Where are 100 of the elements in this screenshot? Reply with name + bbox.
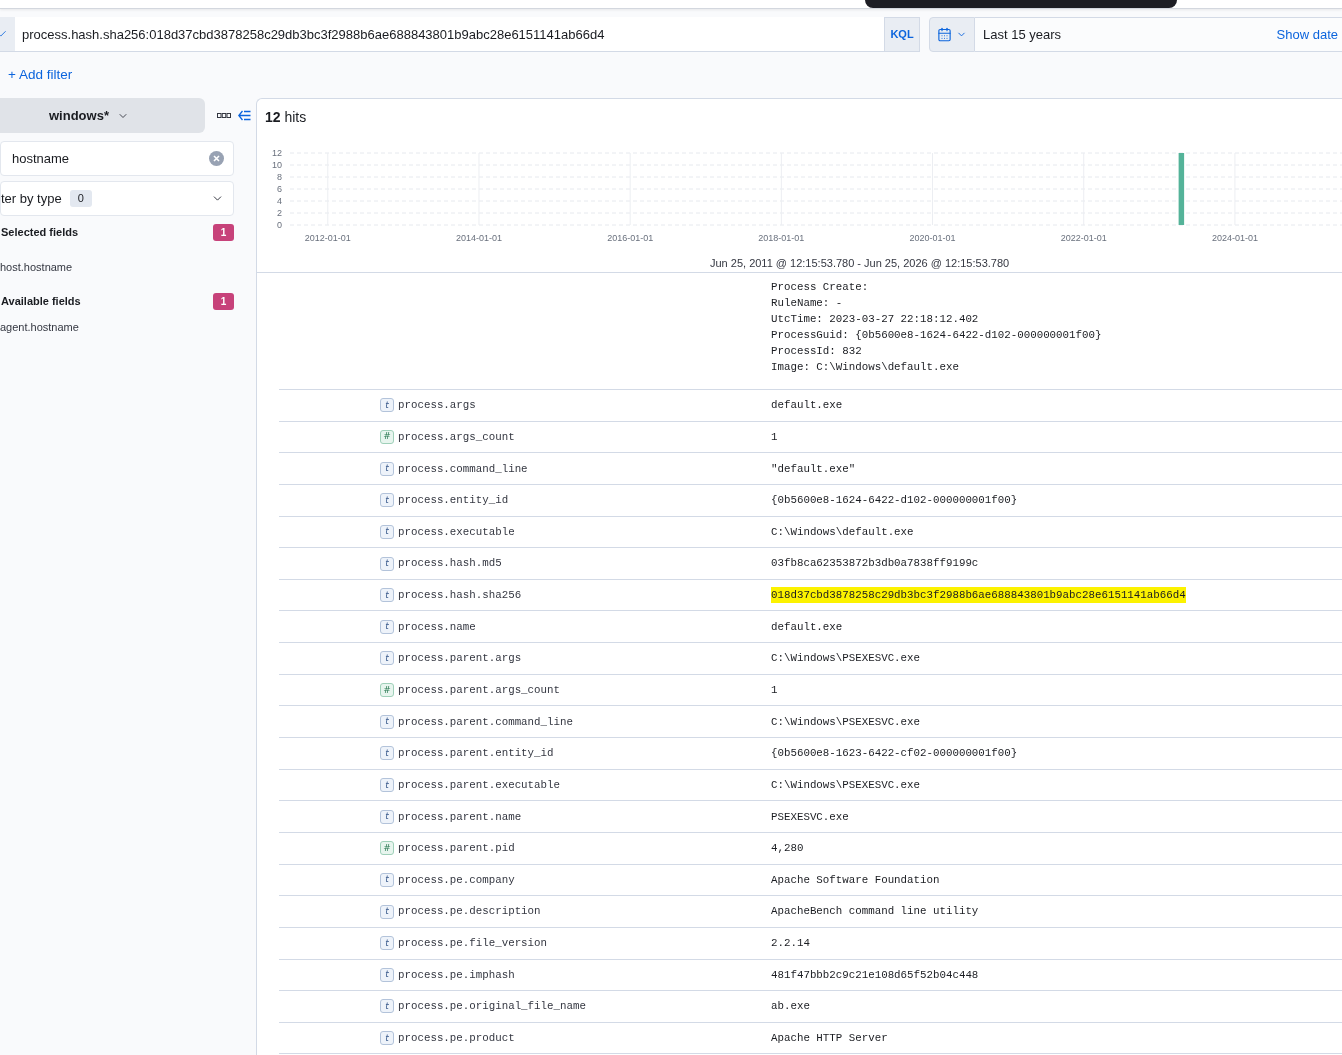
y-tick-label: 8 xyxy=(277,172,282,182)
checkmark-button[interactable] xyxy=(0,17,15,52)
field-value: ab.exe xyxy=(771,999,810,1015)
field-section-title: Selected fields xyxy=(0,224,79,240)
count-badge: 0 xyxy=(69,190,92,207)
filter-type-label: ter by type xyxy=(1,189,62,208)
field-name: process.parent.command_line xyxy=(398,714,573,730)
x-tick-label: 2016-01-01 xyxy=(607,233,654,243)
field-name: process.pe.company xyxy=(398,872,515,888)
field-type-token: t xyxy=(380,1031,394,1046)
field-value: {0b5600e8-1624-6422-d102-000000001f00} xyxy=(771,493,1018,509)
field-type-token: t xyxy=(380,493,394,508)
field-name: process.parent.args xyxy=(398,651,522,667)
field-type-token: t xyxy=(380,967,394,982)
field-value: 1 xyxy=(771,429,778,445)
collapse-icon[interactable] xyxy=(238,110,251,121)
more-options-icon[interactable] xyxy=(217,113,231,118)
quick-select-button[interactable] xyxy=(929,17,975,52)
field-type-token: t xyxy=(380,398,394,413)
field-name: process.pe.original_file_name xyxy=(398,999,586,1015)
field-list-item[interactable]: agent.hostname xyxy=(0,318,79,336)
field-name: process.args xyxy=(398,398,476,414)
y-tick-label: 10 xyxy=(272,160,282,170)
field-type-token: # xyxy=(380,683,394,698)
field-name: process.parent.args_count xyxy=(398,683,560,698)
time-range-label: Jun 25, 2011 @ 12:15:53.780 - Jun 25, 2026 @ 12:15:53.780 xyxy=(710,257,1010,269)
x-tick-label: 2018-01-01 xyxy=(758,233,805,243)
field-type-token: t xyxy=(380,461,394,476)
y-tick-label: 12 xyxy=(272,148,282,158)
field-value: {0b5600e8-1623-6422-cf02-000000001f00} xyxy=(771,746,1018,762)
field-type-token: t xyxy=(380,904,394,919)
field-type-token: # xyxy=(380,841,394,856)
field-type-token: t xyxy=(380,872,394,887)
field-value: 4,280 xyxy=(771,841,804,857)
histogram-bar xyxy=(1178,153,1185,225)
field-value: default.exe xyxy=(771,619,843,635)
field-name: process.pe.product xyxy=(398,1031,515,1047)
query-field[interactable]: process.hash.sha256:018d37cbd3878258c29db3bc3f2988b6ae688843801b9abc28e6151141ab66d4 xyxy=(15,17,884,52)
query-language-button[interactable]: KQL xyxy=(884,17,920,52)
field-value: Apache HTTP Server xyxy=(771,1031,888,1047)
field-name: process.parent.entity_id xyxy=(398,746,554,762)
add-filter-button[interactable]: + Add filter xyxy=(8,64,73,86)
field-type-filter-button[interactable]: ter by type 0 xyxy=(0,181,234,216)
check-icon xyxy=(0,29,7,39)
field-name: process.args_count xyxy=(398,429,515,445)
count-badge: 1 xyxy=(213,292,234,310)
data-view-button[interactable]: windows* xyxy=(0,98,205,133)
field-value: 03fb8ca62353872b3db0a7838ff9199c xyxy=(771,556,979,572)
field-value: PSEXESVC.exe xyxy=(771,809,849,825)
field-value: 2.2.14 xyxy=(771,936,810,952)
field-name: process.command_line xyxy=(398,461,528,477)
field-value: C:\Windows\default.exe xyxy=(771,524,914,540)
field-name: process.parent.pid xyxy=(398,841,515,857)
x-tick-label: 2024-01-01 xyxy=(1211,233,1258,243)
field-name: process.pe.imphash xyxy=(398,967,515,983)
message-value: Process Create: RuleName: - UtcTime: 2023-03-27 22:18:12.402 ProcessGuid: {0b5600e8-1624-6422-d102-000000001f00} ProcessId: 832 Image: C:\Windows\default.exe xyxy=(771,280,1103,375)
field-value: "default.exe" xyxy=(771,461,856,477)
date-range-button[interactable]: Last 15 years xyxy=(983,24,1062,45)
clear-icon[interactable] xyxy=(209,151,224,166)
field-value: C:\Windows\PSEXESVC.exe xyxy=(771,714,921,730)
field-type-token: t xyxy=(380,999,394,1014)
field-value: Apache Software Foundation xyxy=(771,872,940,888)
field-value: default.exe xyxy=(771,398,843,414)
field-list-item[interactable]: host.hostname xyxy=(0,258,73,276)
field-type-token: t xyxy=(380,778,394,792)
field-name: process.parent.executable xyxy=(398,777,560,793)
field-search-input[interactable]: hostname xyxy=(0,141,234,176)
field-type-token: t xyxy=(380,524,394,539)
y-tick-label: 2 xyxy=(277,208,282,218)
field-type-token: t xyxy=(380,556,394,571)
show-dates-link[interactable]: Show date xyxy=(1276,24,1338,45)
field-type-token: t xyxy=(380,809,394,824)
field-value: 1 xyxy=(771,683,778,698)
y-tick-label: 4 xyxy=(277,196,282,206)
field-value: C:\Windows\PSEXESVC.exe xyxy=(771,777,921,793)
field-type-token: t xyxy=(380,936,394,951)
x-tick-label: 2020-01-01 xyxy=(909,233,956,243)
field-name: process.hash.sha256 xyxy=(398,588,522,604)
hits-count: 12 hits xyxy=(265,108,307,127)
x-tick-label: 2014-01-01 xyxy=(455,233,502,243)
field-value: 018d37cbd3878258c29db3bc3f2988b6ae688843801b9abc28e6151141ab66d4 xyxy=(771,587,1186,604)
field-type-token: t xyxy=(380,746,394,761)
y-tick-label: 0 xyxy=(277,220,282,230)
x-tick-label: 2012-01-01 xyxy=(304,233,351,243)
field-name: process.name xyxy=(398,619,476,635)
field-name: process.executable xyxy=(398,524,515,540)
field-value: ApacheBench command line utility xyxy=(771,904,979,920)
field-section-title: Available fields xyxy=(0,293,81,309)
field-name: process.hash.md5 xyxy=(398,556,502,572)
field-type-token: # xyxy=(380,429,394,444)
y-tick-label: 6 xyxy=(277,184,282,194)
x-tick-label: 2022-01-01 xyxy=(1060,233,1107,243)
field-name: process.pe.description xyxy=(398,904,541,920)
field-name: process.entity_id xyxy=(398,493,509,509)
field-type-token: t xyxy=(380,619,394,634)
field-value: C:\Windows\PSEXESVC.exe xyxy=(771,651,921,667)
count-badge: 1 xyxy=(213,223,234,241)
field-type-token: t xyxy=(380,714,394,729)
field-value: 481f47bbb2c9c21e108d65f52b04c448 xyxy=(771,967,979,983)
field-type-token: t xyxy=(380,588,394,603)
